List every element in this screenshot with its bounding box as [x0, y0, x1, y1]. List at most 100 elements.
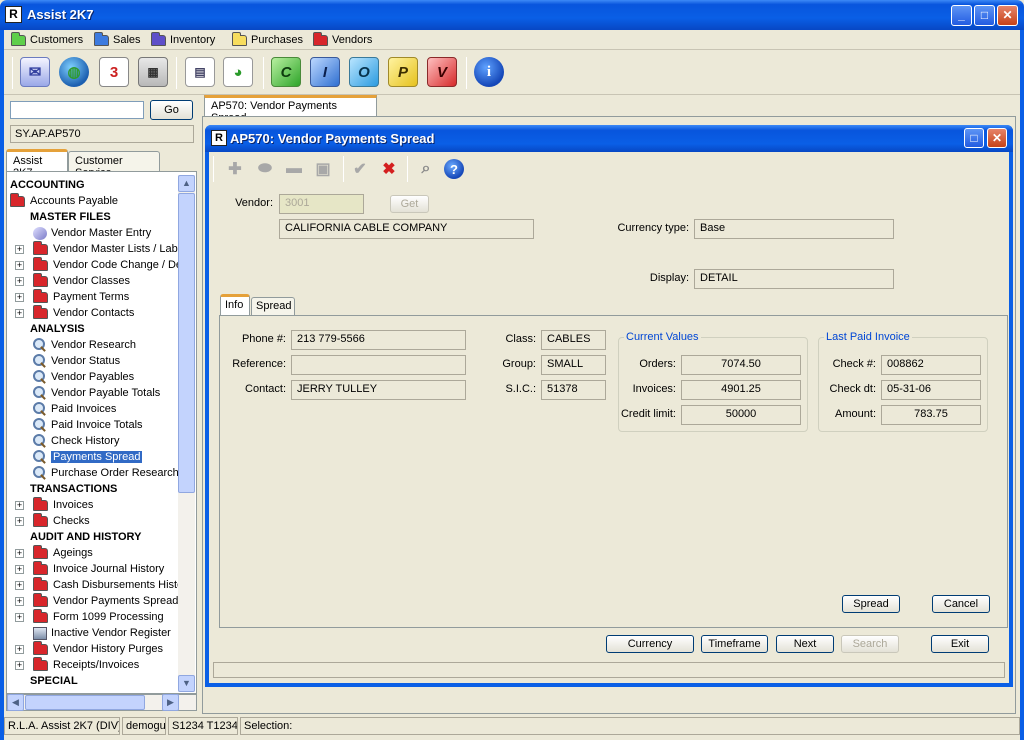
report-icon[interactable]: ▤	[185, 57, 215, 87]
tree-vertical-scrollbar[interactable]: ▲ ▼	[178, 175, 195, 692]
expand-toggle-icon[interactable]: +	[15, 308, 24, 318]
maximize-button[interactable]: □	[964, 128, 984, 148]
minimize-button[interactable]: _	[951, 5, 972, 26]
tab-spread[interactable]: Spread	[251, 297, 295, 315]
menu-inventory[interactable]: Inventory	[151, 31, 215, 48]
mail-icon[interactable]: ✉	[20, 57, 50, 87]
go-button[interactable]: Go	[150, 100, 193, 120]
navigation-search-input[interactable]	[10, 101, 144, 119]
scroll-thumb[interactable]	[25, 695, 145, 710]
expand-toggle-icon[interactable]: +	[15, 580, 24, 590]
tree-item[interactable]: + Vendor History Purges	[15, 640, 163, 657]
tree-item[interactable]: Paid Invoices	[15, 401, 116, 417]
tree-horizontal-scrollbar[interactable]: ◀ ▶	[6, 694, 197, 711]
tree-item[interactable]: Vendor Research	[15, 337, 136, 353]
tree-item[interactable]: + Form 1099 Processing	[15, 608, 164, 625]
tree-item[interactable]: + Payment Terms	[15, 288, 129, 305]
expand-toggle-icon[interactable]: +	[15, 596, 24, 606]
tree-item-label: Check History	[51, 435, 120, 447]
tree-item[interactable]: + Invoice Journal History	[15, 560, 164, 577]
link-icon[interactable]: ⬬	[254, 158, 276, 180]
tree-item[interactable]: Vendor Payable Totals	[15, 385, 160, 401]
tree-item[interactable]: + Receipts/Invoices	[15, 656, 139, 673]
v-icon[interactable]: V	[427, 57, 457, 87]
tab-info[interactable]: Info	[220, 294, 250, 315]
tree-item[interactable]: + Vendor Payments Spread R	[15, 592, 189, 609]
p-icon[interactable]: P	[388, 57, 418, 87]
window-frame-right	[1020, 30, 1024, 740]
print-icon[interactable]: ▣	[312, 158, 334, 180]
menu-customers[interactable]: Customers	[11, 31, 83, 48]
tree-item[interactable]: Purchase Order Research	[15, 465, 179, 481]
calendar-icon[interactable]: 3	[99, 57, 129, 87]
tree-item[interactable]: Vendor Status	[15, 353, 120, 369]
maximize-button[interactable]: □	[974, 5, 995, 26]
help-icon[interactable]: ?	[444, 159, 464, 179]
minus-icon[interactable]: ▬	[283, 158, 305, 180]
menu-vendors[interactable]: Vendors	[313, 31, 372, 48]
tree-item[interactable]: Check History	[15, 433, 119, 449]
vendor-code-field[interactable]: 3001	[279, 194, 364, 214]
tree-item[interactable]: Accounts Payable	[10, 192, 118, 209]
expand-toggle-icon[interactable]: +	[15, 500, 24, 510]
vendor-name-field: CALIFORNIA CABLE COMPANY	[279, 219, 534, 239]
chart-icon[interactable]: ◕	[223, 57, 253, 87]
i-icon[interactable]: I	[310, 57, 340, 87]
expand-toggle-icon[interactable]: +	[15, 644, 24, 654]
currency-type-field[interactable]: Base	[694, 219, 894, 239]
add-icon[interactable]: ✚	[224, 158, 246, 180]
currency-button[interactable]: Currency	[606, 635, 694, 653]
tree-item[interactable]: + Vendor Contacts	[15, 304, 134, 321]
scroll-thumb[interactable]	[178, 193, 195, 493]
next-button[interactable]: Next	[776, 635, 834, 653]
search-button[interactable]: Search	[841, 635, 899, 653]
scroll-up-button[interactable]: ▲	[178, 175, 195, 192]
o-icon[interactable]: O	[349, 57, 379, 87]
expand-toggle-icon[interactable]: +	[15, 260, 24, 270]
tree-item[interactable]: + Vendor Classes	[15, 272, 130, 289]
tree-item[interactable]: Payments Spread	[15, 449, 143, 465]
tree-item[interactable]: Vendor Master Entry	[15, 225, 151, 241]
calculator-icon[interactable]: ▦	[138, 57, 168, 87]
scroll-down-button[interactable]: ▼	[178, 675, 195, 692]
expand-toggle-icon	[15, 453, 24, 462]
scroll-left-button[interactable]: ◀	[7, 694, 24, 711]
close-button[interactable]: ✕	[997, 5, 1018, 26]
tree-item[interactable]: + Cash Disbursements Histor	[15, 576, 187, 593]
expand-toggle-icon[interactable]: +	[15, 244, 24, 254]
c-icon[interactable]: C	[271, 57, 301, 87]
search-icon[interactable]: ⌕	[415, 158, 437, 180]
expand-toggle-icon[interactable]: +	[15, 292, 24, 302]
get-button[interactable]: Get	[390, 195, 429, 213]
check-icon[interactable]: ✔	[349, 158, 371, 180]
expand-toggle-icon[interactable]: +	[15, 564, 24, 574]
tab-assist-2k7[interactable]: Assist 2K7	[6, 149, 68, 179]
scroll-right-button[interactable]: ▶	[162, 694, 179, 711]
expand-toggle-icon[interactable]: +	[15, 660, 24, 670]
cancel-button[interactable]: Cancel	[932, 595, 990, 613]
info-icon[interactable]: i	[474, 57, 504, 87]
timeframe-button[interactable]: Timeframe	[701, 635, 768, 653]
expand-toggle-icon[interactable]: +	[15, 516, 24, 526]
close-button[interactable]: ✕	[987, 128, 1007, 148]
tree-item[interactable]: Paid Invoice Totals	[15, 417, 143, 433]
expand-toggle-icon[interactable]: +	[15, 276, 24, 286]
tab-customer-service[interactable]: Customer Service	[68, 151, 160, 179]
tree-item[interactable]: + Vendor Master Lists / Label	[15, 240, 186, 257]
menu-purchases[interactable]: Purchases	[232, 31, 303, 48]
tree-item[interactable]: + Vendor Code Change / Dele	[15, 256, 191, 273]
menu-sales[interactable]: Sales	[94, 31, 141, 48]
tree-item[interactable]: Vendor Payables	[15, 369, 134, 385]
tree-item[interactable]: + Ageings	[15, 544, 93, 561]
tree-item[interactable]: + Checks	[15, 512, 90, 529]
tree-item[interactable]: Inactive Vendor Register	[15, 625, 171, 641]
spread-button[interactable]: Spread	[842, 595, 900, 613]
tree-item[interactable]: + Invoices	[15, 496, 93, 513]
expand-toggle-icon[interactable]: +	[15, 612, 24, 622]
exit-button[interactable]: Exit	[931, 635, 989, 653]
globe-icon[interactable]: ◍	[59, 57, 89, 87]
document-tab[interactable]: AP570: Vendor Payments Spread	[204, 95, 377, 124]
delete-icon[interactable]: ✖	[378, 158, 400, 180]
display-field[interactable]: DETAIL	[694, 269, 894, 289]
expand-toggle-icon[interactable]: +	[15, 548, 24, 558]
